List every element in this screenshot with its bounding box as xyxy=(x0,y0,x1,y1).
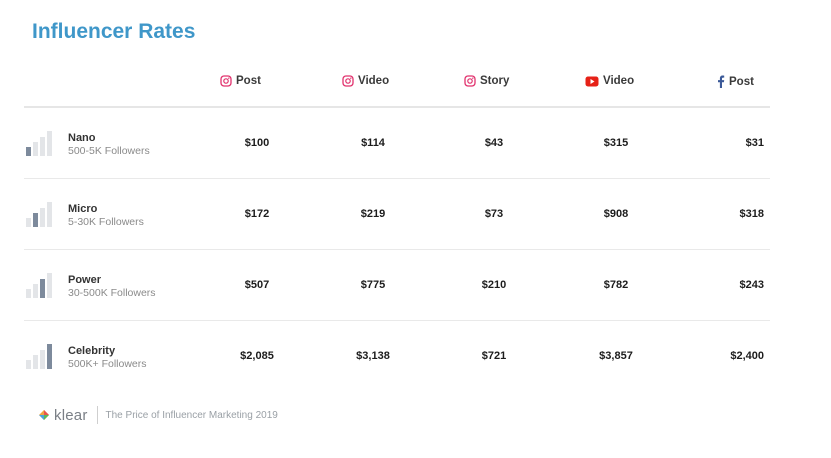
col-header-label: Video xyxy=(358,75,390,87)
tier-level-bar xyxy=(33,355,38,369)
rate-cell: $908 xyxy=(603,208,629,220)
instagram-icon xyxy=(220,75,232,87)
tier-followers: 30-500K Followers xyxy=(68,287,156,299)
brand-name: klear xyxy=(54,406,88,424)
footer-divider xyxy=(96,406,98,424)
rate-cell: $775 xyxy=(360,279,386,291)
tier-level-bar xyxy=(26,289,31,298)
rate-cell: $73 xyxy=(484,208,504,220)
table-row-micro: Micro 5-30K Followers $172 $219 $73 $908… xyxy=(24,179,770,250)
tier-level-bar xyxy=(47,202,52,227)
instagram-icon xyxy=(342,75,354,87)
tier-name: Nano xyxy=(68,132,96,144)
rate-cell: $315 xyxy=(603,137,629,149)
rate-cell: $172 xyxy=(244,208,270,220)
rate-cell: $782 xyxy=(603,279,629,291)
tier-level-bar xyxy=(26,147,31,156)
col-header-youtube-video: Video xyxy=(585,75,655,87)
youtube-icon xyxy=(585,76,599,86)
col-header-label: Video xyxy=(603,75,635,87)
tier-followers: 500K+ Followers xyxy=(68,358,147,370)
footer: klear The Price of Influencer Marketing … xyxy=(38,406,278,424)
tier-level-bar xyxy=(47,344,52,369)
tier-level-icon xyxy=(26,202,52,227)
col-header-label: Story xyxy=(480,75,510,87)
rate-cell: $507 xyxy=(244,279,270,291)
rate-cell: $3,138 xyxy=(356,350,390,362)
rate-cell: $721 xyxy=(481,350,507,362)
instagram-icon xyxy=(464,75,476,87)
table-row-nano: Nano 500-5K Followers $100 $114 $43 $315… xyxy=(24,108,770,179)
tier-level-bar xyxy=(26,360,31,369)
table-row-celebrity: Celebrity 500K+ Followers $2,085 $3,138 … xyxy=(24,321,770,391)
tier-level-bar xyxy=(40,279,45,298)
tier-level-bar xyxy=(40,137,45,156)
tier-level-bar xyxy=(40,208,45,227)
rate-cell: $43 xyxy=(484,137,504,149)
rates-table: Post Video Story Video Post Nano 500-5K … xyxy=(24,60,770,391)
rate-cell: $318 xyxy=(739,208,764,220)
tier-name: Celebrity xyxy=(68,345,116,357)
table-header: Post Video Story Video Post xyxy=(24,60,770,108)
col-header-label: Post xyxy=(236,75,261,87)
tier-level-icon xyxy=(26,344,52,369)
tier-followers: 5-30K Followers xyxy=(68,216,144,228)
page-title: Influencer Rates xyxy=(32,20,196,43)
col-header-label: Post xyxy=(729,75,754,88)
col-header-instagram-post: Post xyxy=(220,75,290,87)
tier-level-icon xyxy=(26,131,52,156)
rate-cell: $210 xyxy=(481,279,507,291)
tier-level-bar xyxy=(33,284,38,298)
tier-name: Power xyxy=(68,274,102,286)
table-row-power: Power 30-500K Followers $507 $775 $210 $… xyxy=(24,250,770,321)
tier-level-bar xyxy=(33,142,38,156)
tier-level-icon xyxy=(26,273,52,298)
tier-followers: 500-5K Followers xyxy=(68,145,150,157)
rate-cell: $219 xyxy=(360,208,386,220)
col-header-instagram-story: Story xyxy=(464,75,534,87)
klear-logo-icon xyxy=(39,410,49,420)
rate-cell: $31 xyxy=(745,137,764,149)
rate-cell: $100 xyxy=(244,137,270,149)
tier-level-bar xyxy=(26,218,31,227)
rate-cell: $2,085 xyxy=(240,350,274,362)
tier-name: Micro xyxy=(68,203,98,215)
footer-caption: The Price of Influencer Marketing 2019 xyxy=(105,409,278,421)
rate-cell: $3,857 xyxy=(599,350,633,362)
tier-level-bar xyxy=(40,350,45,369)
tier-level-bar xyxy=(47,131,52,156)
facebook-icon xyxy=(718,75,725,88)
rate-cell: $2,400 xyxy=(730,350,764,362)
col-header-facebook-post: Post xyxy=(716,75,784,88)
rate-cell: $114 xyxy=(361,137,385,149)
rate-cell: $243 xyxy=(739,279,764,291)
tier-level-bar xyxy=(33,213,38,227)
col-header-instagram-video: Video xyxy=(342,75,412,87)
tier-level-bar xyxy=(47,273,52,298)
